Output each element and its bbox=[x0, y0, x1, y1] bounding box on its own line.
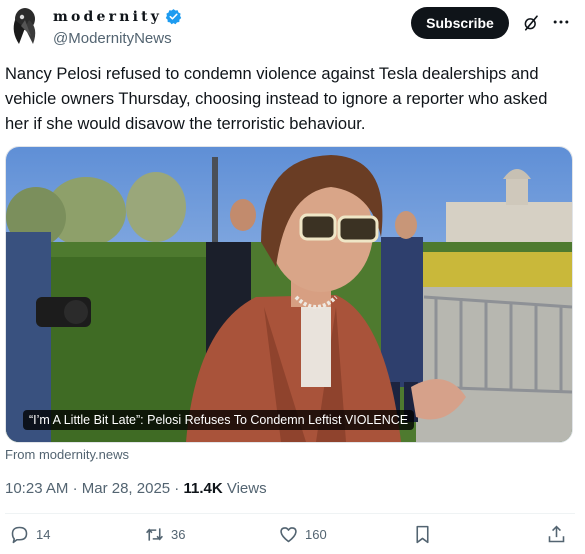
more-icon[interactable] bbox=[551, 12, 571, 32]
repost-icon bbox=[146, 528, 163, 541]
divider bbox=[5, 513, 575, 514]
share-icon bbox=[548, 525, 565, 543]
link-source[interactable]: From modernity.news bbox=[5, 447, 129, 462]
meta-separator: · bbox=[174, 480, 180, 497]
video-thumbnail bbox=[6, 147, 572, 442]
share-button[interactable] bbox=[546, 524, 567, 545]
post-text: Nancy Pelosi refused to condemn violence… bbox=[5, 65, 548, 133]
media-card[interactable]: “I’m A Little Bit Late”: Pelosi Refuses … bbox=[5, 146, 573, 443]
reply-icon bbox=[11, 526, 28, 544]
display-name[interactable]: modernity bbox=[53, 9, 162, 25]
repost-count: 36 bbox=[171, 527, 186, 542]
views-label: Views bbox=[226, 480, 267, 497]
post-meta: 10:23 AM · Mar 28, 2025 · 11.4K Views bbox=[5, 480, 267, 497]
heart-icon bbox=[280, 527, 297, 543]
post-date[interactable]: Mar 28, 2025 bbox=[82, 480, 170, 497]
meta-separator: · bbox=[72, 480, 78, 497]
subscribe-button[interactable]: Subscribe bbox=[411, 7, 509, 39]
views-count: 11.4K bbox=[183, 480, 223, 497]
like-button[interactable]: 160 bbox=[278, 524, 327, 545]
post-time[interactable]: 10:23 AM bbox=[5, 480, 68, 497]
bookmark-button[interactable] bbox=[412, 524, 433, 545]
reply-count: 14 bbox=[36, 527, 51, 542]
post-header: modernity @ModernityNews Subscribe bbox=[0, 0, 585, 60]
repost-button[interactable]: 36 bbox=[144, 524, 185, 545]
grok-icon[interactable] bbox=[522, 14, 540, 32]
video-caption: “I’m A Little Bit Late”: Pelosi Refuses … bbox=[23, 410, 415, 430]
reply-button[interactable]: 14 bbox=[9, 524, 50, 545]
action-bar: 14 36 160 bbox=[0, 524, 585, 552]
avatar[interactable] bbox=[9, 6, 41, 46]
verified-badge-icon bbox=[165, 9, 182, 25]
like-count: 160 bbox=[305, 527, 327, 542]
bookmark-icon bbox=[416, 525, 429, 544]
user-handle[interactable]: @ModernityNews bbox=[53, 30, 172, 47]
